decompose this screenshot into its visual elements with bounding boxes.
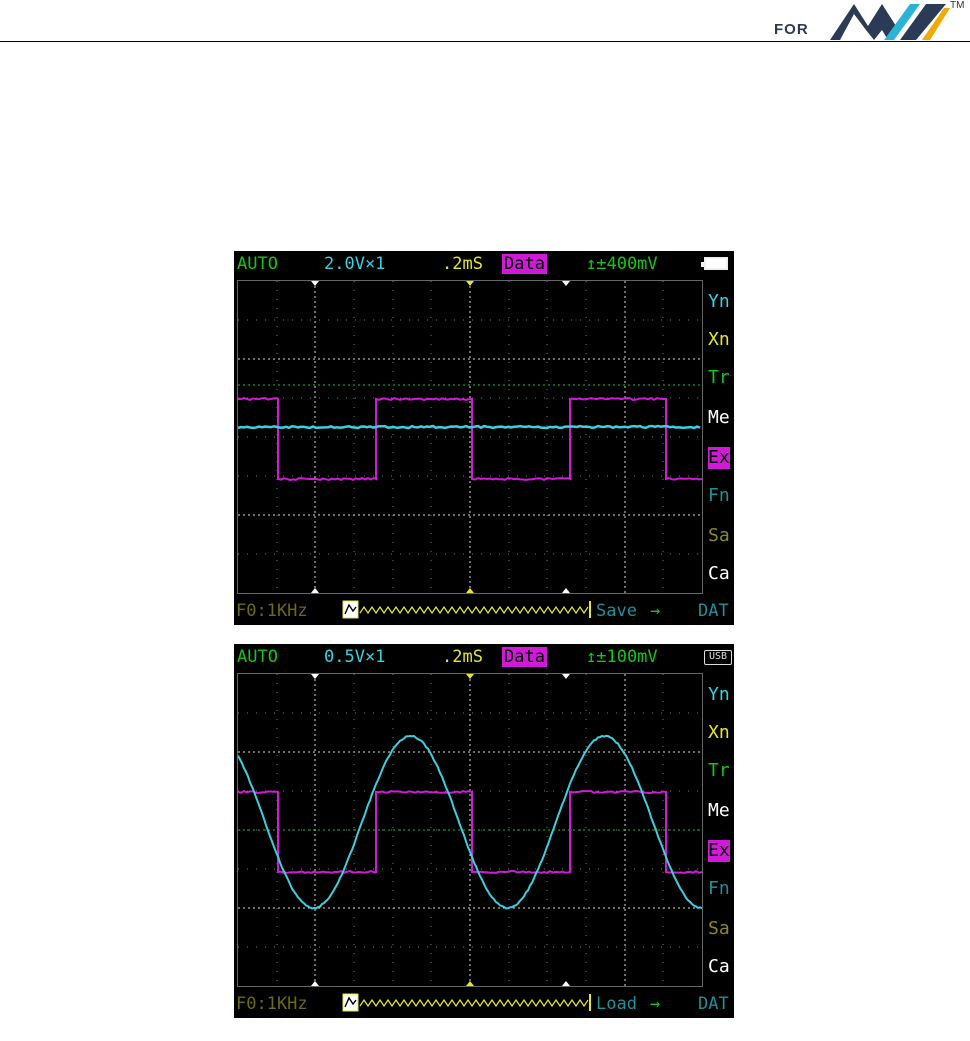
volts-per-div-label[interactable]: 2.0V×1 [324,254,385,274]
menu-item-ca[interactable]: Ca [708,563,730,585]
menu-item-tr[interactable]: Tr [708,367,730,389]
menu-item-fn[interactable]: Fn [708,878,730,900]
status-bar: AUTO 0.5V×1 .2mS Data ↥±100mV USB [234,644,734,670]
file-type-label[interactable]: DAT [698,994,729,1014]
arrow-right-icon: → [650,994,660,1014]
menu-item-me[interactable]: Me [708,800,730,822]
side-menu: Yn Xn Tr Me Ex Fn Sa Ca [706,287,734,587]
usb-icon: USB [704,650,732,665]
menu-item-fn[interactable]: Fn [708,485,730,507]
data-badge[interactable]: Data [502,254,547,274]
menu-item-xn[interactable]: Xn [708,329,730,351]
side-menu: Yn Xn Tr Me Ex Fn Sa Ca [706,680,734,980]
menu-item-tr[interactable]: Tr [708,760,730,782]
file-waveform-icon[interactable] [342,600,592,620]
header-rule [0,41,970,42]
frequency-label: F0:1KHz [236,994,308,1014]
time-per-div-label[interactable]: .2mS [442,647,483,667]
frequency-label: F0:1KHz [236,601,308,621]
trigger-mode-label[interactable]: AUTO [237,254,278,274]
oscilloscope-screen-2: AUTO 0.5V×1 .2mS Data ↥±100mV USB Yn Xn … [234,644,734,1018]
menu-item-ex[interactable]: Ex [708,840,730,862]
menu-item-me[interactable]: Me [708,407,730,429]
waveform-display[interactable] [237,673,703,987]
brand-prefix: FOR [774,21,809,38]
file-type-label[interactable]: DAT [698,601,729,621]
menu-item-ex[interactable]: Ex [708,447,730,469]
trigger-mode-label[interactable]: AUTO [237,647,278,667]
trademark-mark: TM [950,0,964,11]
battery-icon [704,257,728,270]
brand-logo-icon [826,0,950,42]
arrow-right-icon: → [650,601,660,621]
menu-item-ca[interactable]: Ca [708,956,730,978]
save-button[interactable]: Save [596,601,637,621]
time-per-div-label[interactable]: .2mS [442,254,483,274]
data-badge[interactable]: Data [502,647,547,667]
menu-item-xn[interactable]: Xn [708,722,730,744]
file-waveform-icon[interactable] [342,993,592,1013]
bottom-bar: F0:1KHz Save → DAT [234,597,734,625]
status-bar: AUTO 2.0V×1 .2mS Data ↥±400mV [234,251,734,277]
load-button[interactable]: Load [596,994,637,1014]
oscilloscope-screen-1: AUTO 2.0V×1 .2mS Data ↥±400mV Yn Xn Tr M… [234,251,734,625]
document-header: FOR TM [0,0,970,48]
bottom-bar: F0:1KHz Load → DAT [234,990,734,1018]
waveform-traces [238,281,702,593]
trigger-level-label[interactable]: ↥±100mV [586,647,658,667]
menu-item-sa[interactable]: Sa [708,525,730,547]
menu-item-yn[interactable]: Yn [708,291,730,313]
menu-item-sa[interactable]: Sa [708,918,730,940]
trigger-level-label[interactable]: ↥±400mV [586,254,658,274]
menu-item-yn[interactable]: Yn [708,684,730,706]
waveform-traces [238,674,702,986]
volts-per-div-label[interactable]: 0.5V×1 [324,647,385,667]
waveform-display[interactable] [237,280,703,594]
